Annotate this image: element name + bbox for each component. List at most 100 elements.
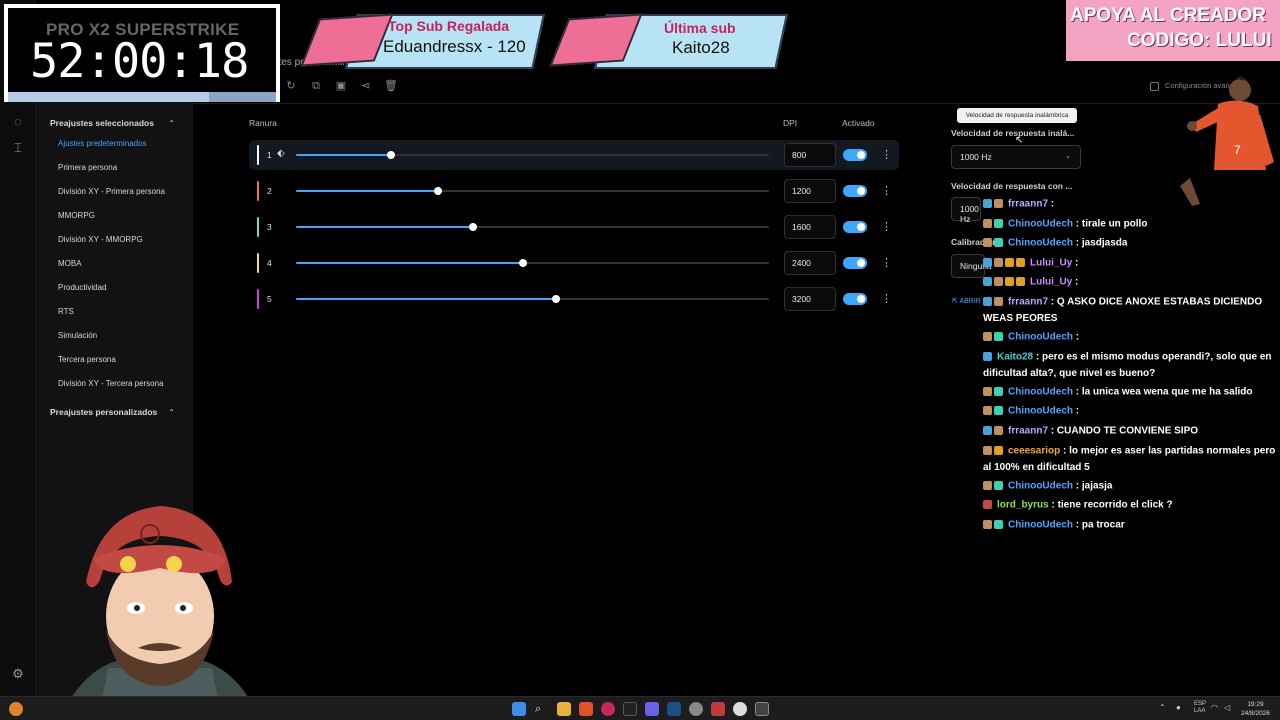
enabled-toggle[interactable] <box>843 257 867 269</box>
dpi-input[interactable]: 2400 <box>784 251 836 275</box>
wireless-rate-select[interactable]: 1000 Hz ⌄ <box>951 145 1081 169</box>
save-to-board-icon[interactable]: ▣ <box>334 79 348 93</box>
dpi-input[interactable]: 1600 <box>784 215 836 239</box>
dpi-row[interactable]: 2 1200 ⋮ <box>249 176 899 206</box>
app-icon[interactable] <box>689 702 703 716</box>
chat-username[interactable]: frraann7 <box>1008 426 1048 437</box>
slider-thumb[interactable] <box>519 259 528 267</box>
chat-username[interactable]: ChinooUdech <box>1008 387 1073 398</box>
chat-username[interactable]: Lului_Uy <box>1030 277 1072 288</box>
dpi-slider[interactable] <box>296 223 769 231</box>
enabled-toggle[interactable] <box>843 185 867 197</box>
chat-username[interactable]: ChinooUdech <box>1008 481 1073 492</box>
file-explorer-icon[interactable] <box>557 702 571 716</box>
settings-gear-icon[interactable]: ⚙ <box>10 666 26 682</box>
chat-badge-icon <box>1016 257 1025 267</box>
chat-username[interactable]: ChinooUdech <box>1008 332 1073 343</box>
chat-username[interactable]: Kaito28 <box>997 352 1033 363</box>
sidebar-item-moba[interactable]: MOBA <box>58 259 82 268</box>
more-options-icon[interactable]: ⋮ <box>881 184 892 197</box>
dpi-slider[interactable] <box>296 187 769 195</box>
chat-separator: : <box>1048 198 1055 210</box>
sidebar-item-xy-mmorpg[interactable]: División XY - MMORPG <box>58 235 143 244</box>
streamer-avatar <box>60 506 260 720</box>
language-indicator[interactable]: ESP LAA <box>1194 701 1206 715</box>
app-icon[interactable] <box>623 702 637 716</box>
chat-username[interactable]: ChinooUdech <box>1008 520 1073 531</box>
system-clock[interactable]: 19:29 24/8/2026 <box>1241 700 1270 718</box>
chat-username[interactable]: frraann7 <box>1008 199 1048 210</box>
reset-icon[interactable]: ↻ <box>284 79 298 93</box>
volume-icon[interactable]: ◁ <box>1224 703 1230 712</box>
open-link[interactable]: ⇱ ABRIR <box>952 297 981 305</box>
more-options-icon[interactable]: ⋮ <box>881 256 892 269</box>
dpi-input[interactable]: 3200 <box>784 287 836 311</box>
chat-username[interactable]: ceeesariop <box>1008 446 1060 457</box>
sidebar-item-first-person[interactable]: Primera persona <box>58 163 117 172</box>
chevron-up-icon[interactable]: ⌃ <box>1159 703 1166 712</box>
chat-username[interactable]: ChinooUdech <box>1008 238 1073 249</box>
chevron-up-icon[interactable]: ⌃ <box>168 119 175 128</box>
dpi-row[interactable]: 3 1600 ⋮ <box>249 212 899 242</box>
mic-icon[interactable]: ● <box>1176 703 1181 712</box>
enabled-toggle[interactable] <box>843 149 867 161</box>
steam-icon[interactable] <box>667 702 681 716</box>
logitech-ghub-icon[interactable] <box>755 702 769 716</box>
sidebar-item-third-person[interactable]: Tercera persona <box>58 355 116 364</box>
dpi-row[interactable]: 1 ⬖ 800 ⋮ <box>249 140 899 170</box>
app-icon[interactable] <box>711 702 725 716</box>
dpi-input[interactable]: 1200 <box>784 179 836 203</box>
wired-rate-select[interactable]: 1000 Hz <box>951 197 981 224</box>
more-options-icon[interactable]: ⋮ <box>881 148 892 161</box>
discord-icon[interactable] <box>645 702 659 716</box>
wifi-icon[interactable]: ◠ <box>1211 703 1218 712</box>
sidebar-item-mmorpg[interactable]: MMORPG <box>58 211 95 220</box>
slider-thumb[interactable] <box>469 223 478 231</box>
duplicate-icon[interactable]: ⧉ <box>309 79 323 93</box>
dpi-slider[interactable] <box>296 151 769 159</box>
enabled-toggle[interactable] <box>843 293 867 305</box>
slider-thumb[interactable] <box>433 187 442 195</box>
media-player-icon[interactable] <box>601 702 615 716</box>
enabled-toggle[interactable] <box>843 221 867 233</box>
calibration-select[interactable]: Ninguna <box>951 254 992 278</box>
weather-icon[interactable] <box>9 702 23 716</box>
selected-presets-header[interactable]: Preajustes seleccionados <box>50 118 154 128</box>
slider-thumb[interactable] <box>552 295 561 303</box>
chat-username[interactable]: frraann7 <box>1008 297 1048 308</box>
dpi-slider[interactable] <box>296 259 769 267</box>
share-icon[interactable]: ⋖ <box>359 79 373 93</box>
more-options-icon[interactable]: ⋮ <box>881 292 892 305</box>
dpi-input[interactable]: 800 <box>784 143 836 167</box>
obs-icon[interactable] <box>733 702 747 716</box>
support-creator-banner: APOYA AL CREADOR CODIGO: LULUI <box>1066 0 1280 61</box>
dpi-row[interactable]: 4 2400 ⋮ <box>249 248 899 278</box>
custom-presets-header[interactable]: Preajustes personalizados <box>50 407 157 417</box>
sidebar-item-productivity[interactable]: Productividad <box>58 283 106 292</box>
brave-browser-icon[interactable] <box>579 702 593 716</box>
chevron-up-icon[interactable]: ⌃ <box>168 408 175 417</box>
advanced-config-checkbox[interactable] <box>1150 82 1159 91</box>
mouse-icon[interactable]: ◌ <box>10 114 26 130</box>
delete-icon[interactable]: 🗑 <box>384 79 398 93</box>
chat-username[interactable]: ChinooUdech <box>1008 406 1073 417</box>
sidebar-item-rts[interactable]: RTS <box>58 307 74 316</box>
tune-icon[interactable]: ⌶ <box>10 140 26 156</box>
chat-username[interactable]: Lului_Uy <box>1030 258 1072 269</box>
dpi-slider[interactable] <box>296 295 769 303</box>
slot-color-bar <box>257 253 259 273</box>
search-icon[interactable]: ⌕ <box>535 702 549 716</box>
start-menu-icon[interactable] <box>512 702 526 716</box>
slider-thumb[interactable] <box>386 151 395 159</box>
sidebar-item-simulation[interactable]: Simulación <box>58 331 97 340</box>
drag-handle-icon[interactable]: ⬖ <box>277 148 285 159</box>
sidebar-item-default[interactable]: Ajustes predeterminados <box>58 139 147 148</box>
sidebar-item-xy-third-person[interactable]: División XY - Tercera persona <box>58 379 164 388</box>
chat-username[interactable]: lord_byrus <box>997 500 1049 511</box>
chat-username[interactable]: ChinooUdech <box>1008 219 1073 230</box>
sidebar-item-xy-first-person[interactable]: División XY - Primera persona <box>58 187 165 196</box>
chat-badge-icon <box>983 445 992 455</box>
more-options-icon[interactable]: ⋮ <box>881 220 892 233</box>
chat-badge-icon <box>983 198 992 208</box>
dpi-row[interactable]: 5 3200 ⋮ <box>249 284 899 314</box>
